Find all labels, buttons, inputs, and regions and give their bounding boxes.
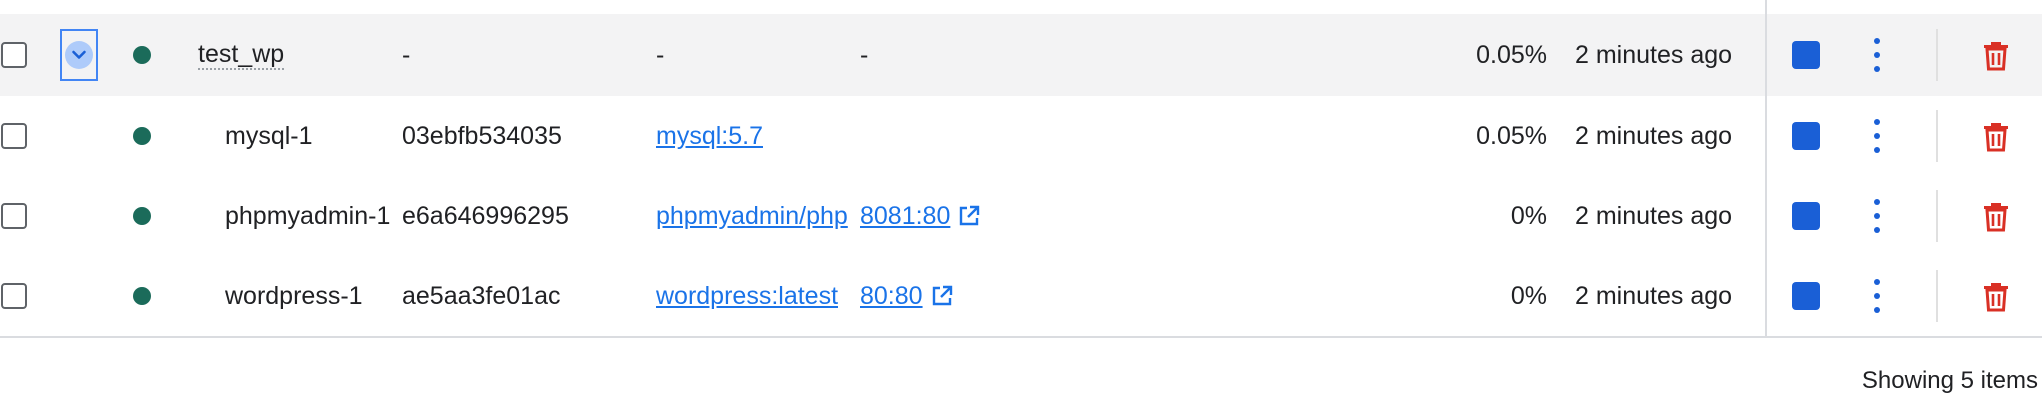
trash-icon[interactable]	[1981, 279, 2011, 313]
container-name[interactable]: phpmyadmin-1	[225, 201, 390, 231]
container-id: e6a646996295	[402, 202, 569, 230]
last-started: 2 minutes ago	[1575, 202, 1733, 230]
stop-icon[interactable]	[1792, 282, 1820, 310]
row-checkbox[interactable]	[1, 123, 27, 149]
project-name-link[interactable]: test_wp	[198, 40, 285, 70]
expand-toggle-button[interactable]	[60, 29, 98, 81]
container-name[interactable]: wordpress-1	[225, 281, 363, 311]
trash-icon[interactable]	[1981, 119, 2011, 153]
container-id: 03ebfb534035	[402, 122, 562, 150]
status-running-dot	[133, 287, 151, 305]
port-link[interactable]: 80:80	[860, 281, 953, 311]
row-checkbox[interactable]	[1, 283, 27, 309]
last-started: 2 minutes ago	[1575, 122, 1733, 150]
more-vert-icon[interactable]	[1862, 116, 1892, 156]
port-mapping[interactable]: 80:80	[860, 282, 923, 310]
image-link[interactable]: mysql:5.7	[656, 121, 763, 151]
external-link-icon	[932, 285, 952, 306]
stop-icon[interactable]	[1792, 41, 1820, 69]
more-vert-icon[interactable]	[1862, 196, 1892, 236]
cpu-usage: 0.05%	[1476, 122, 1547, 150]
row-checkbox[interactable]	[1, 203, 27, 229]
container-name[interactable]: mysql-1	[225, 121, 313, 151]
cpu-usage: 0%	[1510, 202, 1547, 230]
divider	[1936, 110, 1938, 162]
port-mapping[interactable]: 8081:80	[860, 202, 950, 230]
port-link[interactable]: 8081:80	[860, 201, 980, 231]
trash-icon[interactable]	[1981, 199, 2011, 233]
containers-table: test_wp - - - 0.05% 2 minutes ago mysql-…	[0, 0, 2042, 338]
container-id: ae5aa3fe01ac	[402, 282, 561, 310]
status-running-dot	[133, 207, 151, 225]
divider	[1936, 190, 1938, 242]
last-started: 2 minutes ago	[1575, 282, 1733, 310]
stop-icon[interactable]	[1792, 122, 1820, 150]
items-count-label: Showing 5 items	[1861, 367, 2038, 394]
container-id: -	[402, 41, 411, 69]
image-link[interactable]: phpmyadmin/php	[656, 201, 848, 231]
external-link-icon	[960, 205, 980, 226]
cpu-usage: 0.05%	[1476, 41, 1547, 69]
divider	[1936, 270, 1938, 322]
more-vert-icon[interactable]	[1862, 276, 1892, 316]
stop-icon[interactable]	[1792, 202, 1820, 230]
table-row[interactable]: phpmyadmin-1 e6a646996295 phpmyadmin/php…	[0, 176, 2042, 256]
image-link[interactable]: wordpress:latest	[656, 281, 838, 311]
row-checkbox[interactable]	[1, 42, 27, 68]
table-row[interactable]: wordpress-1 ae5aa3fe01ac wordpress:lates…	[0, 256, 2042, 336]
table-row-group[interactable]: test_wp - - - 0.05% 2 minutes ago	[0, 14, 2042, 96]
chevron-down-icon	[65, 41, 93, 69]
image-name: -	[656, 41, 665, 69]
cpu-usage: 0%	[1510, 282, 1547, 310]
status-running-dot	[133, 46, 151, 64]
divider	[1936, 29, 1938, 81]
status-running-dot	[133, 127, 151, 145]
actions-column-divider	[1765, 0, 1767, 336]
table-row[interactable]: mysql-1 03ebfb534035 mysql:5.7 0.05% 2 m…	[0, 96, 2042, 176]
port-mapping: -	[860, 41, 869, 69]
more-vert-icon[interactable]	[1862, 35, 1892, 75]
trash-icon[interactable]	[1981, 38, 2011, 72]
last-started: 2 minutes ago	[1575, 41, 1733, 69]
